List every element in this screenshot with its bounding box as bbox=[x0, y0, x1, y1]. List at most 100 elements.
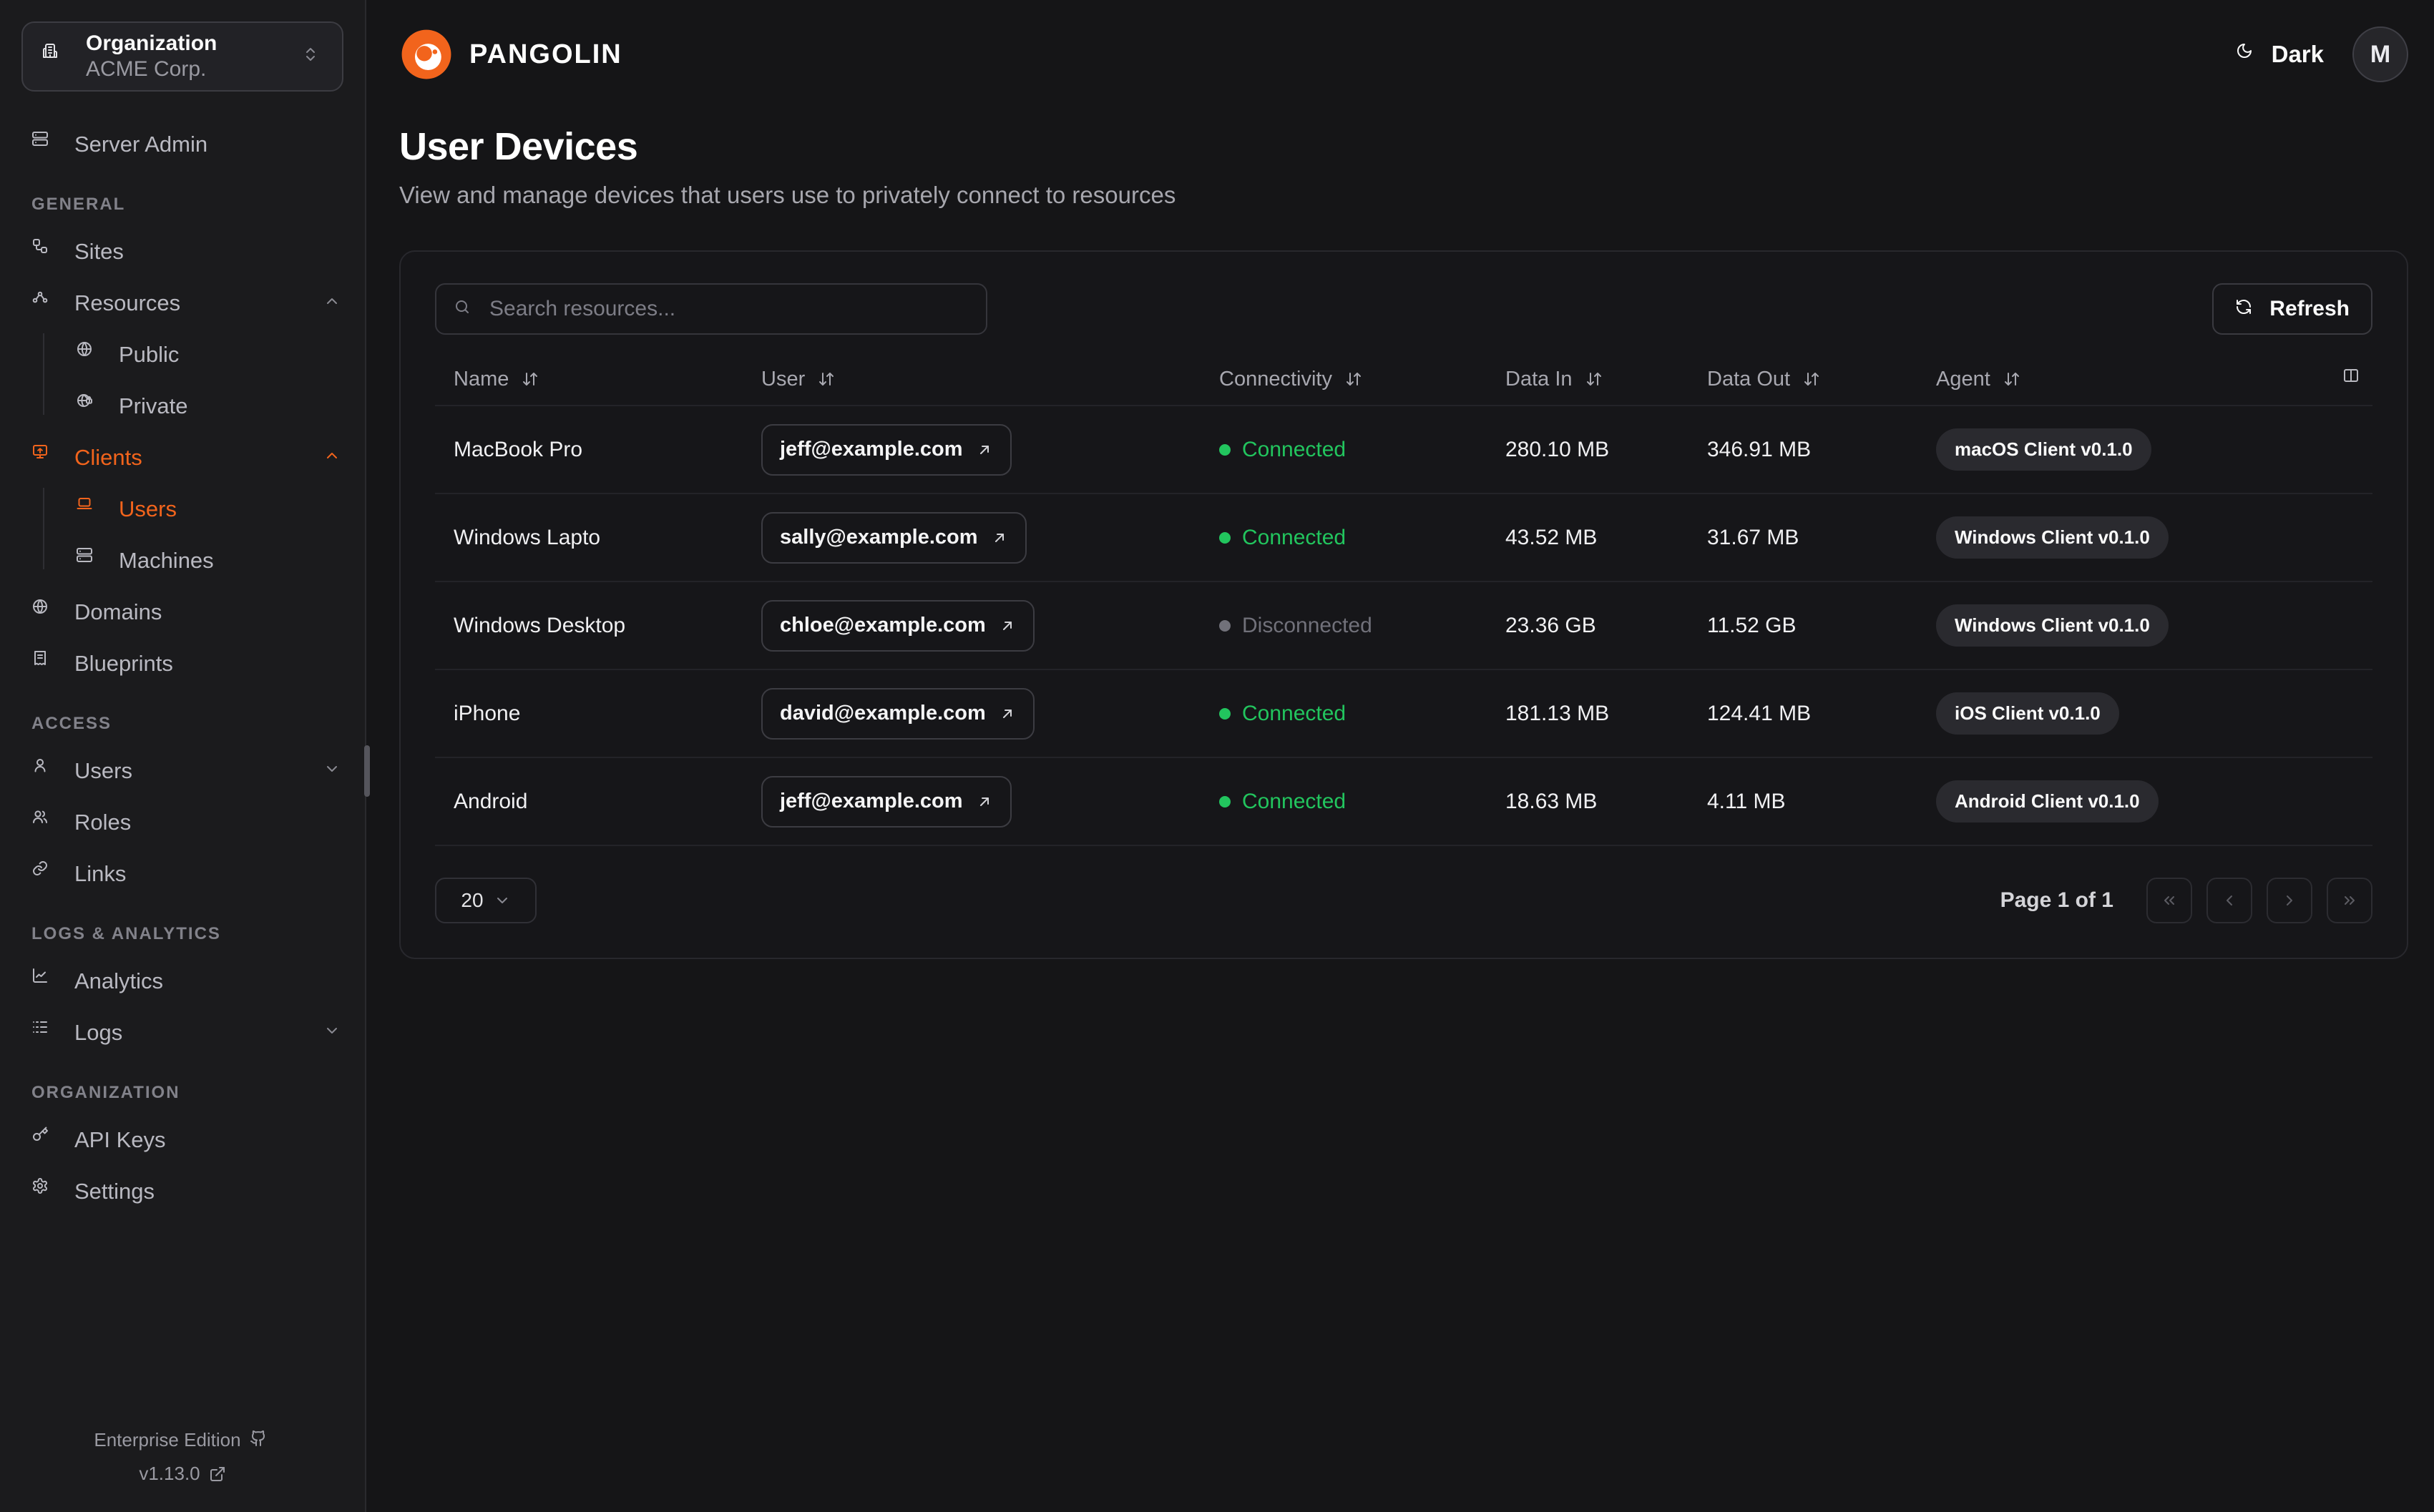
data-in-value: 280.10 MB bbox=[1505, 437, 1610, 461]
globe-icon bbox=[33, 599, 47, 614]
version-label: v1.13.0 bbox=[139, 1463, 200, 1484]
sidebar-item-label: Settings bbox=[74, 1179, 155, 1204]
columns-icon[interactable] bbox=[2342, 367, 2367, 391]
chevron-left-icon bbox=[2227, 895, 2232, 905]
gear-icon bbox=[32, 1178, 48, 1194]
globe-icon bbox=[77, 342, 92, 356]
sidebar-item-users[interactable]: Users bbox=[31, 752, 345, 790]
brand[interactable]: PANGOLIN bbox=[399, 27, 622, 82]
sidebar-item-clients[interactable]: Clients bbox=[31, 439, 345, 476]
column-visibility-cell bbox=[2261, 367, 2372, 391]
sidebar-item-machines[interactable]: Machines bbox=[76, 542, 345, 579]
search-input[interactable] bbox=[488, 296, 969, 322]
version-line[interactable]: v1.13.0 bbox=[0, 1463, 365, 1485]
chevron-up-icon bbox=[327, 453, 337, 458]
sidebar-item-label: Users bbox=[74, 758, 132, 783]
sidebar-item-private[interactable]: Private bbox=[76, 388, 345, 425]
device-name: Windows Desktop bbox=[454, 613, 626, 637]
status-dot bbox=[1219, 619, 1231, 632]
sort-icon bbox=[819, 373, 834, 386]
org-selector-label: Organization bbox=[86, 31, 218, 55]
edition-line[interactable]: Enterprise Edition bbox=[0, 1429, 365, 1451]
theme-toggle-label: Dark bbox=[2271, 41, 2324, 67]
sidebar-item-server-admin[interactable]: Server Admin bbox=[31, 126, 345, 163]
chevrons-up-down-icon bbox=[306, 48, 315, 61]
data-out-value: 4.11 MB bbox=[1707, 789, 1786, 813]
sidebar-item-label: Users bbox=[119, 496, 177, 521]
org-selector-value: ACME Corp. bbox=[86, 57, 207, 81]
prev-page-button[interactable] bbox=[2206, 878, 2252, 923]
laptop-icon bbox=[77, 498, 92, 509]
sidebar-item-domains[interactable]: Domains bbox=[31, 594, 345, 631]
refresh-label: Refresh bbox=[2269, 297, 2350, 320]
status-dot bbox=[1219, 531, 1231, 544]
column-header-user[interactable]: User bbox=[743, 368, 1201, 391]
sort-icon bbox=[1346, 373, 1361, 386]
devices-table: Name User Connectivity Data In Data Out … bbox=[435, 353, 2372, 846]
table-row: MacBook Pro jeff@example.com Connected 2… bbox=[435, 406, 2372, 494]
sidebar-item-label: Machines bbox=[119, 548, 214, 573]
sidebar-item-settings[interactable]: Settings bbox=[31, 1173, 345, 1210]
table-row: Windows Lapto sally@example.com Connecte… bbox=[435, 494, 2372, 582]
chart-line-icon bbox=[33, 968, 47, 983]
agent-badge: Android Client v0.1.0 bbox=[1936, 780, 2159, 823]
user-link-button[interactable]: chloe@example.com bbox=[761, 599, 1035, 652]
sidebar-item-public[interactable]: Public bbox=[76, 336, 345, 373]
main-content: PANGOLIN Dark M User Devices View and ma… bbox=[366, 0, 2434, 1512]
status-badge: Connected bbox=[1219, 790, 1346, 814]
section-label-logs-analytics: LOGS & ANALYTICS bbox=[31, 924, 221, 943]
last-page-button[interactable] bbox=[2327, 878, 2372, 923]
status-badge: Connected bbox=[1219, 702, 1346, 726]
refresh-button[interactable]: Refresh bbox=[2212, 283, 2372, 335]
sidebar-item-label: Analytics bbox=[74, 968, 164, 993]
sidebar-item-sites[interactable]: Sites bbox=[31, 233, 345, 270]
user-link-button[interactable]: david@example.com bbox=[761, 687, 1035, 740]
pagination: 20 Page 1 of 1 bbox=[435, 878, 2372, 923]
first-page-button[interactable] bbox=[2146, 878, 2192, 923]
chevron-right-icon bbox=[2287, 895, 2292, 905]
sidebar-item-label: Public bbox=[119, 342, 180, 367]
sidebar-item-api-keys[interactable]: API Keys bbox=[31, 1121, 345, 1159]
sidebar-item-label: API Keys bbox=[74, 1127, 166, 1152]
data-in-value: 43.52 MB bbox=[1505, 525, 1598, 549]
chevron-down-icon bbox=[327, 766, 337, 772]
chevron-up-icon bbox=[327, 298, 337, 304]
sidebar-item-links[interactable]: Links bbox=[31, 855, 345, 893]
column-header-agent[interactable]: Agent bbox=[1917, 368, 2261, 391]
data-in-value: 18.63 MB bbox=[1505, 789, 1598, 813]
avatar[interactable]: M bbox=[2352, 26, 2408, 82]
chevron-down-icon bbox=[327, 1028, 337, 1034]
column-header-name[interactable]: Name bbox=[435, 368, 743, 391]
data-in-value: 23.36 GB bbox=[1505, 613, 1596, 637]
card-toolbar: Refresh bbox=[435, 283, 2372, 335]
theme-toggle[interactable]: Dark bbox=[2236, 41, 2324, 68]
status-dot bbox=[1219, 707, 1231, 720]
resources-subgroup: Public Private bbox=[43, 333, 345, 425]
sidebar-item-analytics[interactable]: Analytics bbox=[31, 963, 345, 1000]
sidebar-resize-handle[interactable] bbox=[364, 745, 370, 797]
sidebar-item-blueprints[interactable]: Blueprints bbox=[31, 645, 345, 682]
data-out-value: 11.52 GB bbox=[1707, 613, 1797, 637]
user-link-button[interactable]: jeff@example.com bbox=[761, 775, 1012, 828]
status-dot bbox=[1219, 795, 1231, 807]
user-link-button[interactable]: sally@example.com bbox=[761, 511, 1027, 564]
sidebar-item-resources[interactable]: Resources bbox=[31, 285, 345, 322]
next-page-button[interactable] bbox=[2267, 878, 2312, 923]
sidebar-item-client-users[interactable]: Users bbox=[76, 491, 345, 528]
data-out-value: 346.91 MB bbox=[1707, 437, 1812, 461]
column-header-data-out[interactable]: Data Out bbox=[1688, 368, 1917, 391]
user-icon bbox=[34, 759, 46, 772]
sidebar-item-logs[interactable]: Logs bbox=[31, 1014, 345, 1051]
globe-lock-icon bbox=[77, 394, 92, 407]
user-link-button[interactable]: jeff@example.com bbox=[761, 423, 1012, 476]
sidebar-item-roles[interactable]: Roles bbox=[31, 804, 345, 841]
chevrons-right-icon bbox=[2345, 896, 2355, 905]
sidebar-item-label: Resources bbox=[74, 290, 181, 315]
sort-icon bbox=[1804, 373, 1819, 386]
column-header-connectivity[interactable]: Connectivity bbox=[1201, 368, 1487, 391]
column-header-data-in[interactable]: Data In bbox=[1487, 368, 1688, 391]
status-badge: Connected bbox=[1219, 526, 1346, 550]
page-size-select[interactable]: 20 bbox=[435, 878, 537, 923]
chevron-down-icon bbox=[497, 898, 507, 903]
org-selector[interactable]: Organization ACME Corp. bbox=[21, 21, 343, 92]
